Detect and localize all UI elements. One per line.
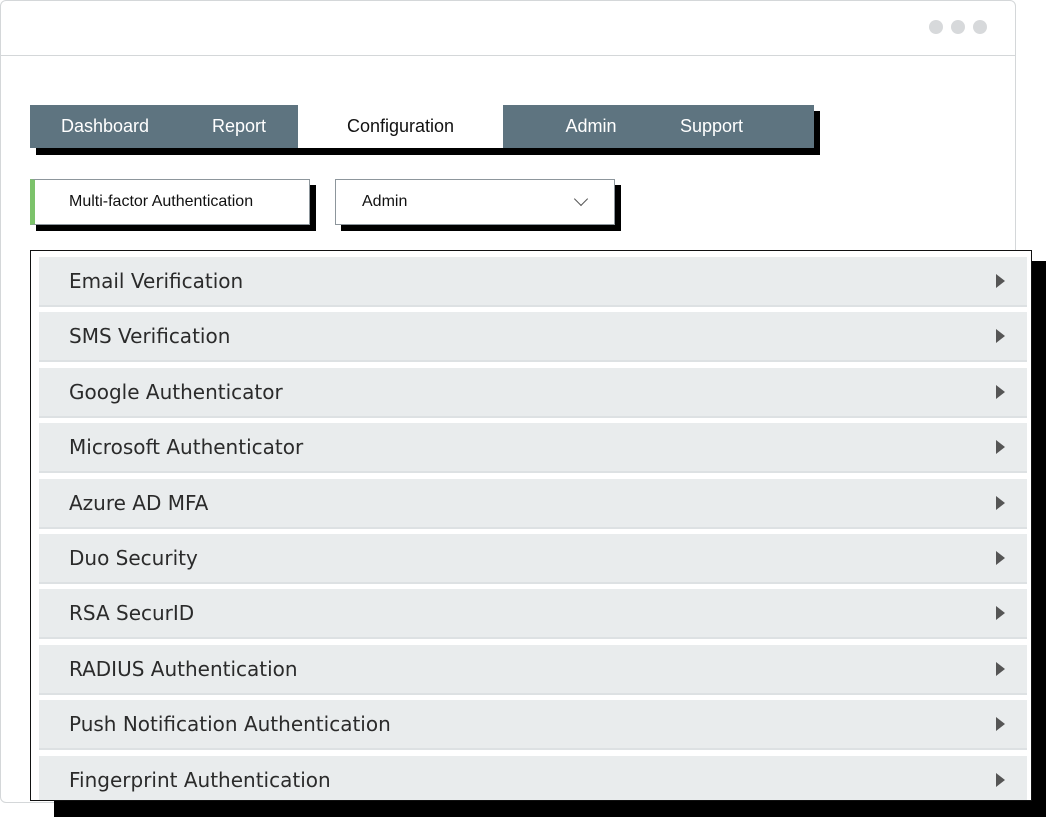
caret-right-icon [996, 274, 1005, 288]
tab-support[interactable]: Support [679, 105, 744, 148]
chevron-down-icon [573, 191, 589, 207]
list-item-label: Microsoft Authenticator [69, 435, 304, 460]
caret-right-icon [996, 717, 1005, 732]
caret-right-icon [996, 384, 1005, 399]
title-bar [1, 1, 1015, 56]
list-item-duo-security[interactable]: Duo Security [39, 533, 1027, 584]
more-dots-icon[interactable] [929, 20, 987, 34]
methods-list: Email Verification SMS Verification Goog… [39, 257, 1027, 800]
caret-right-icon [996, 661, 1005, 676]
list-item-label: Google Authenticator [69, 379, 283, 404]
list-item-label: SMS Verification [69, 324, 231, 349]
list-item-google-authenticator[interactable]: Google Authenticator [39, 367, 1027, 418]
list-item-rsa-securid[interactable]: RSA SecurID [39, 589, 1027, 640]
list-item-sms-verification[interactable]: SMS Verification [39, 312, 1027, 363]
list-item-label: Duo Security [69, 545, 198, 570]
mfa-button-label: Multi-factor Authentication [69, 193, 254, 210]
dot-icon [951, 20, 965, 34]
dot-icon [929, 20, 943, 34]
caret-right-icon [996, 495, 1005, 510]
tab-dashboard[interactable]: Dashboard [30, 105, 180, 148]
dot-icon [973, 20, 987, 34]
list-item-label: Push Notification Authentication [69, 712, 391, 737]
caret-right-icon [996, 550, 1005, 565]
tab-report[interactable]: Report [180, 105, 298, 148]
list-item-email-verification[interactable]: Email Verification [39, 257, 1027, 307]
list-item-label: Azure AD MFA [69, 490, 209, 515]
top-nav: Dashboard Report Configuration Admin Sup… [30, 105, 814, 148]
mfa-button[interactable]: Multi-factor Authentication [30, 179, 310, 225]
tab-configuration[interactable]: Configuration [298, 105, 503, 148]
caret-right-icon [996, 329, 1005, 344]
caret-right-icon [996, 440, 1005, 455]
role-select-value: Admin [362, 193, 408, 210]
list-item-label: RSA SecurID [69, 601, 195, 626]
list-item-microsoft-authenticator[interactable]: Microsoft Authenticator [39, 423, 1027, 474]
list-item-label: Fingerprint Authentication [69, 767, 331, 792]
list-item-azure-ad-mfa[interactable]: Azure AD MFA [39, 478, 1027, 529]
list-item-label: Email Verification [69, 269, 244, 293]
tab-admin[interactable]: Admin [503, 105, 679, 148]
role-select[interactable]: Admin [335, 179, 615, 225]
list-item-push-notification-authentication[interactable]: Push Notification Authentication [39, 700, 1027, 751]
caret-right-icon [996, 606, 1005, 621]
list-item-label: RADIUS Authentication [69, 656, 298, 681]
caret-right-icon [996, 772, 1005, 787]
list-item-fingerprint-authentication[interactable]: Fingerprint Authentication [39, 755, 1027, 800]
methods-panel: Email Verification SMS Verification Goog… [30, 250, 1032, 801]
list-item-radius-authentication[interactable]: RADIUS Authentication [39, 644, 1027, 695]
